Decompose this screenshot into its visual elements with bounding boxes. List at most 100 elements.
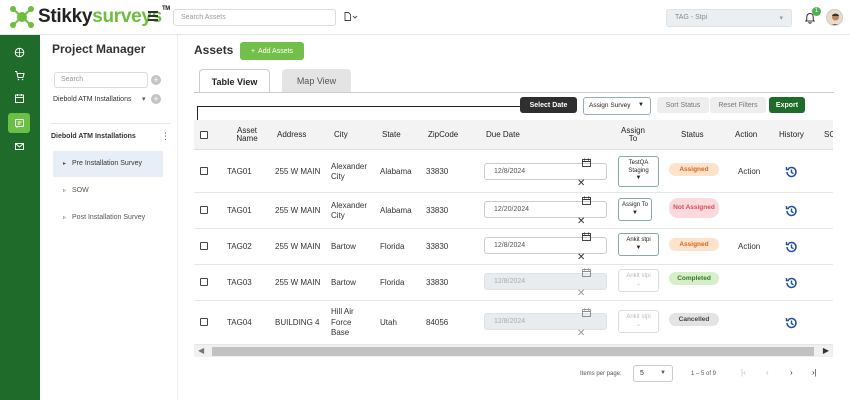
calendar-icon[interactable] <box>582 158 591 169</box>
history-icon[interactable] <box>784 165 798 179</box>
clear-date-icon[interactable]: ✕ <box>577 253 585 263</box>
calendar-icon[interactable] <box>582 196 591 207</box>
project-search-input[interactable]: Search <box>54 72 148 88</box>
column-header[interactable]: Address <box>277 120 306 150</box>
table-row[interactable]: TAG01 255 W MAIN Alexander City Alabama … <box>194 193 833 229</box>
column-header[interactable]: SC <box>824 120 833 150</box>
folder-title[interactable]: Diebold ATM Installations <box>51 133 136 140</box>
previous-page-icon[interactable]: ‹ <box>766 368 769 377</box>
action-link[interactable]: Action <box>738 151 760 193</box>
chevron-down-icon[interactable]: ▾ <box>142 95 146 103</box>
last-page-icon[interactable]: ›| <box>812 368 817 377</box>
items-per-page-select[interactable]: 5 ▼ <box>633 365 673 382</box>
asset-name-cell: TAG03 <box>227 277 252 287</box>
asset-name-cell: TAG04 <box>227 317 252 327</box>
city-cell: Alexander City <box>331 200 368 220</box>
table-row[interactable]: TAG01 255 W MAIN Alexander City Alabama … <box>194 151 833 193</box>
assign-to-select[interactable]: TestQA Staging ▼ <box>618 156 659 187</box>
mail-icon[interactable] <box>8 136 30 156</box>
column-header[interactable]: Action <box>735 120 757 150</box>
survey-item-sow[interactable]: ▹ SOW <box>53 178 163 204</box>
search-assets-input[interactable]: Search Assets <box>173 9 336 26</box>
export-button[interactable]: Export <box>769 97 805 113</box>
clear-date-icon[interactable]: ✕ <box>577 217 585 227</box>
zipcode-cell: 33830 <box>426 166 449 176</box>
assign-survey-select[interactable]: Assign Survey ▼ <box>583 97 651 115</box>
row-checkbox[interactable] <box>200 242 208 250</box>
add-assets-button[interactable]: + Add Assets <box>240 42 304 60</box>
chevron-down-icon: ▼ <box>660 370 666 376</box>
select-date-button[interactable]: Select Date <box>520 97 577 113</box>
row-checkbox[interactable] <box>200 167 208 175</box>
chevron-down-icon: ⌄ <box>635 321 642 328</box>
calendar-icon[interactable] <box>582 232 591 243</box>
more-options-icon[interactable]: ⋮ <box>161 131 170 142</box>
calendar-icon <box>582 308 591 319</box>
history-icon[interactable] <box>784 240 798 254</box>
status-badge: Cancelled <box>669 313 719 326</box>
column-header[interactable]: Due Date <box>486 120 520 150</box>
status-badge: Assigned <box>669 238 719 251</box>
survey-icon[interactable] <box>8 113 30 133</box>
asset-name-cell: TAG01 <box>227 205 252 215</box>
project-select[interactable]: Diebold ATM Installations <box>53 96 131 103</box>
scroll-right-icon[interactable]: ▶ <box>823 346 829 355</box>
dashboard-icon[interactable] <box>8 42 30 62</box>
calendar-icon[interactable] <box>8 88 30 108</box>
add-project-icon[interactable]: + <box>151 94 161 104</box>
chevron-down-icon: ⌄ <box>635 280 642 287</box>
column-header[interactable]: Asset Name <box>230 120 264 150</box>
table-row[interactable]: TAG04 BUILDING 4 Hill Air Force Base Uta… <box>194 301 833 345</box>
column-header[interactable]: City <box>334 120 348 150</box>
table-row[interactable]: TAG03 255 W MAIN Bartow Florida 33830 12… <box>194 265 833 301</box>
table-header: Asset Name Address City State ZipCode Du… <box>194 120 833 150</box>
state-cell: Florida <box>380 241 405 251</box>
menu-icon[interactable] <box>148 11 158 21</box>
column-header[interactable]: Status <box>681 120 704 150</box>
logo[interactable]: StikkysurveysTM <box>8 4 170 30</box>
row-checkbox[interactable] <box>200 206 208 214</box>
history-icon[interactable] <box>784 204 798 218</box>
first-page-icon[interactable]: |‹ <box>741 368 746 377</box>
survey-item-pre-installation[interactable]: ▸ Pre Installation Survey <box>53 151 163 177</box>
page-range: 1 – 5 of 9 <box>691 371 717 377</box>
horizontal-scrollbar[interactable]: ◀ ▶ <box>194 345 833 357</box>
column-header[interactable]: History <box>779 120 804 150</box>
tag-select[interactable]: TAG - Stpi ▾ <box>666 9 792 27</box>
city-cell: Bartow <box>331 277 356 287</box>
avatar[interactable] <box>826 9 843 26</box>
row-checkbox[interactable] <box>200 278 208 286</box>
clear-date-icon[interactable]: ✕ <box>577 179 585 189</box>
sort-status-button[interactable]: Sort Status <box>657 97 709 113</box>
assign-to-select[interactable]: Ankit stpi ▼ <box>618 233 659 256</box>
reset-filters-button[interactable]: Reset Filters <box>710 97 766 113</box>
column-header[interactable]: ZipCode <box>428 120 458 150</box>
zipcode-cell: 33830 <box>426 277 449 287</box>
tab-map-view[interactable]: Map View <box>282 69 351 93</box>
survey-item-post-installation[interactable]: ▹ Post Installation Survey <box>53 205 163 231</box>
page-title: Assets <box>194 43 234 57</box>
add-icon[interactable]: + <box>151 75 161 85</box>
city-cell: Alexander City <box>331 161 368 181</box>
next-page-icon[interactable]: › <box>790 368 793 377</box>
history-icon[interactable] <box>784 316 798 330</box>
row-checkbox[interactable] <box>200 318 208 326</box>
column-header[interactable]: Assign To <box>618 120 648 150</box>
document-dropdown-icon[interactable] <box>344 12 358 21</box>
asset-name-cell: TAG01 <box>227 166 252 176</box>
plus-icon: + <box>250 47 256 55</box>
scrollbar-thumb[interactable] <box>212 347 814 356</box>
scroll-left-icon[interactable]: ◀ <box>198 346 204 355</box>
select-all-checkbox[interactable] <box>200 131 208 139</box>
address-cell: BUILDING 4 <box>275 317 320 327</box>
assign-to-select[interactable]: Assign To ▼ <box>618 198 652 221</box>
cart-icon[interactable] <box>8 65 30 85</box>
action-link[interactable]: Action <box>738 229 760 265</box>
city-cell: Hill Air Force Base <box>331 307 354 338</box>
tab-table-view[interactable]: Table View <box>199 69 270 93</box>
history-icon[interactable] <box>784 276 798 290</box>
column-header[interactable]: State <box>382 120 401 150</box>
chevron-down-icon: ▾ <box>779 15 783 22</box>
items-per-page-label: Items per page: <box>580 371 622 377</box>
table-row[interactable]: TAG02 255 W MAIN Bartow Florida 33830 12… <box>194 229 833 265</box>
